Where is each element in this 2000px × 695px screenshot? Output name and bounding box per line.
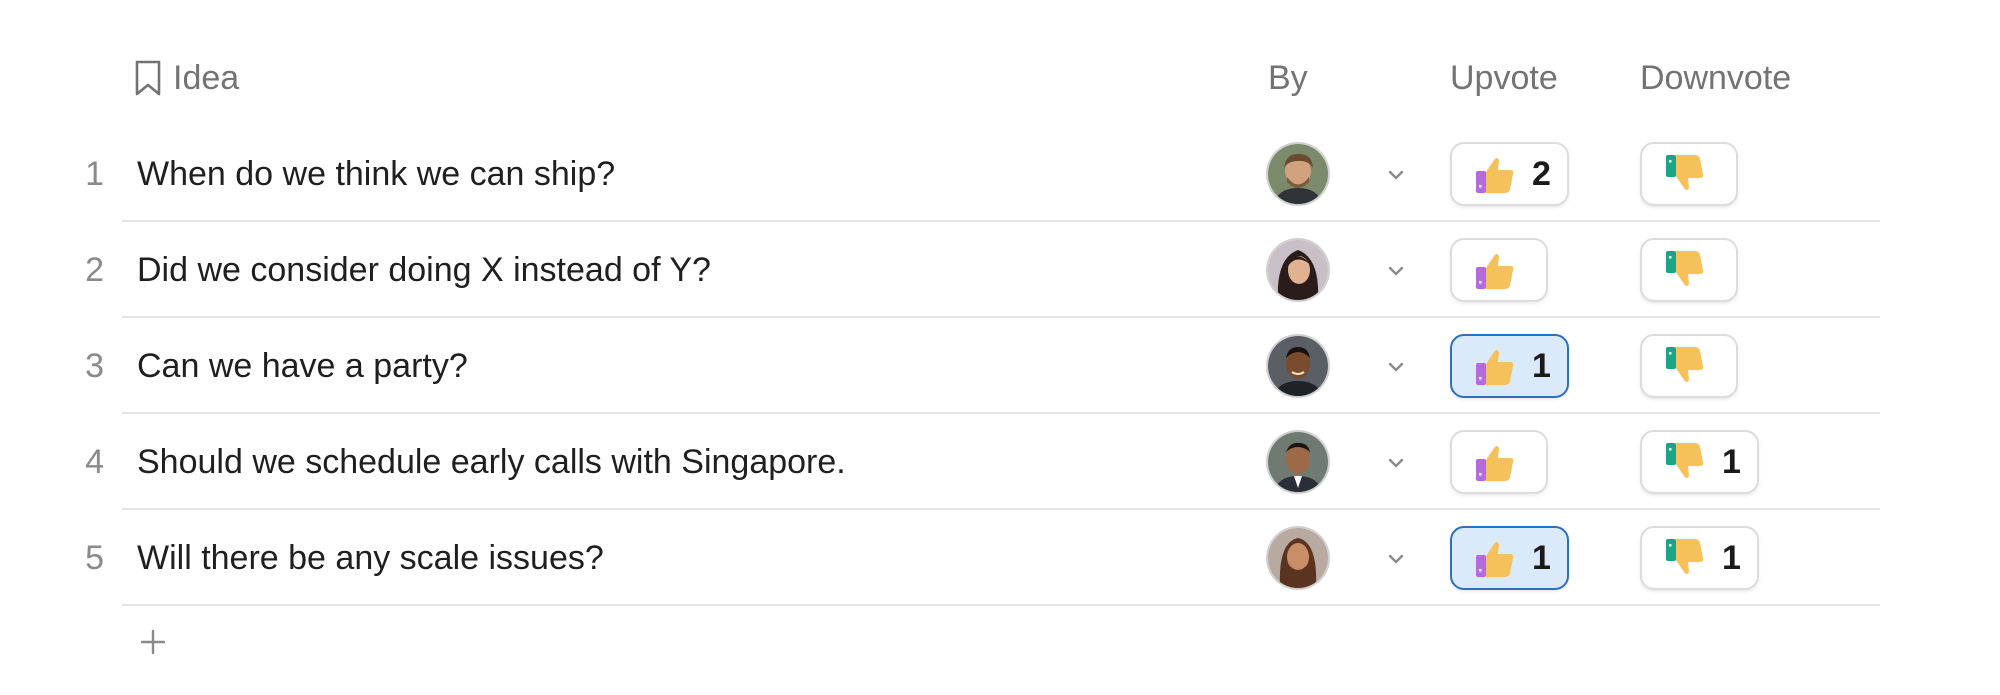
avatar[interactable] [1268,336,1328,396]
thumbs-down-icon [1662,343,1708,389]
upvote-count: 1 [1532,347,1551,385]
column-header-downvote[interactable]: Downvote [1640,56,1791,100]
downvote-button[interactable] [1640,142,1738,206]
table-row: 5 Will there be any scale issues? 1 1 [0,510,2000,606]
ideas-table: Idea By Upvote Downvote 1 When do we thi… [0,0,2000,695]
idea-text[interactable]: Can we have a party? [137,344,468,388]
idea-text[interactable]: Should we schedule early calls with Sing… [137,440,846,484]
downvote-button[interactable]: 1 [1640,526,1759,590]
table-row: 1 When do we think we can ship? 2 [0,126,2000,222]
idea-text[interactable]: Did we consider doing X instead of Y? [137,248,711,292]
add-row-button[interactable] [137,626,169,658]
chevron-down-icon[interactable] [1383,162,1409,188]
row-divider [122,604,1880,606]
thumbs-down-icon [1662,535,1708,581]
thumbs-up-icon [1472,247,1518,293]
table-header: Idea By Upvote Downvote [0,40,2000,116]
chevron-down-icon[interactable] [1383,450,1409,476]
row-number: 4 [85,443,104,481]
upvote-count: 1 [1532,539,1551,577]
bookmark-icon [133,59,163,97]
row-number: 3 [85,347,104,385]
upvote-button[interactable]: 1 [1450,526,1569,590]
downvote-button[interactable] [1640,334,1738,398]
row-number: 5 [85,539,104,577]
downvote-button[interactable] [1640,238,1738,302]
avatar[interactable] [1268,432,1328,492]
thumbs-down-icon [1662,247,1708,293]
thumbs-up-icon [1472,343,1518,389]
chevron-down-icon[interactable] [1383,258,1409,284]
thumbs-up-icon [1472,535,1518,581]
table-row: 2 Did we consider doing X instead of Y? [0,222,2000,318]
avatar[interactable] [1268,528,1328,588]
chevron-down-icon[interactable] [1383,546,1409,572]
avatar[interactable] [1268,144,1328,204]
avatar[interactable] [1268,240,1328,300]
downvote-count: 1 [1722,443,1741,481]
column-header-idea-label: Idea [173,59,240,97]
table-row: 4 Should we schedule early calls with Si… [0,414,2000,510]
table-row: 3 Can we have a party? 1 [0,318,2000,414]
thumbs-up-icon [1472,151,1518,197]
upvote-button[interactable] [1450,238,1548,302]
chevron-down-icon[interactable] [1383,354,1409,380]
idea-text[interactable]: When do we think we can ship? [137,152,615,196]
downvote-count: 1 [1722,539,1741,577]
thumbs-down-icon [1662,439,1708,485]
upvote-button[interactable]: 1 [1450,334,1569,398]
column-header-idea[interactable]: Idea [133,56,239,100]
thumbs-up-icon [1472,439,1518,485]
column-header-by[interactable]: By [1268,56,1308,100]
thumbs-down-icon [1662,151,1708,197]
row-number: 1 [85,155,104,193]
upvote-count: 2 [1532,155,1551,193]
upvote-button[interactable]: 2 [1450,142,1569,206]
plus-icon [137,629,169,662]
upvote-button[interactable] [1450,430,1548,494]
idea-text[interactable]: Will there be any scale issues? [137,536,604,580]
downvote-button[interactable]: 1 [1640,430,1759,494]
column-header-upvote[interactable]: Upvote [1450,56,1558,100]
row-number: 2 [85,251,104,289]
